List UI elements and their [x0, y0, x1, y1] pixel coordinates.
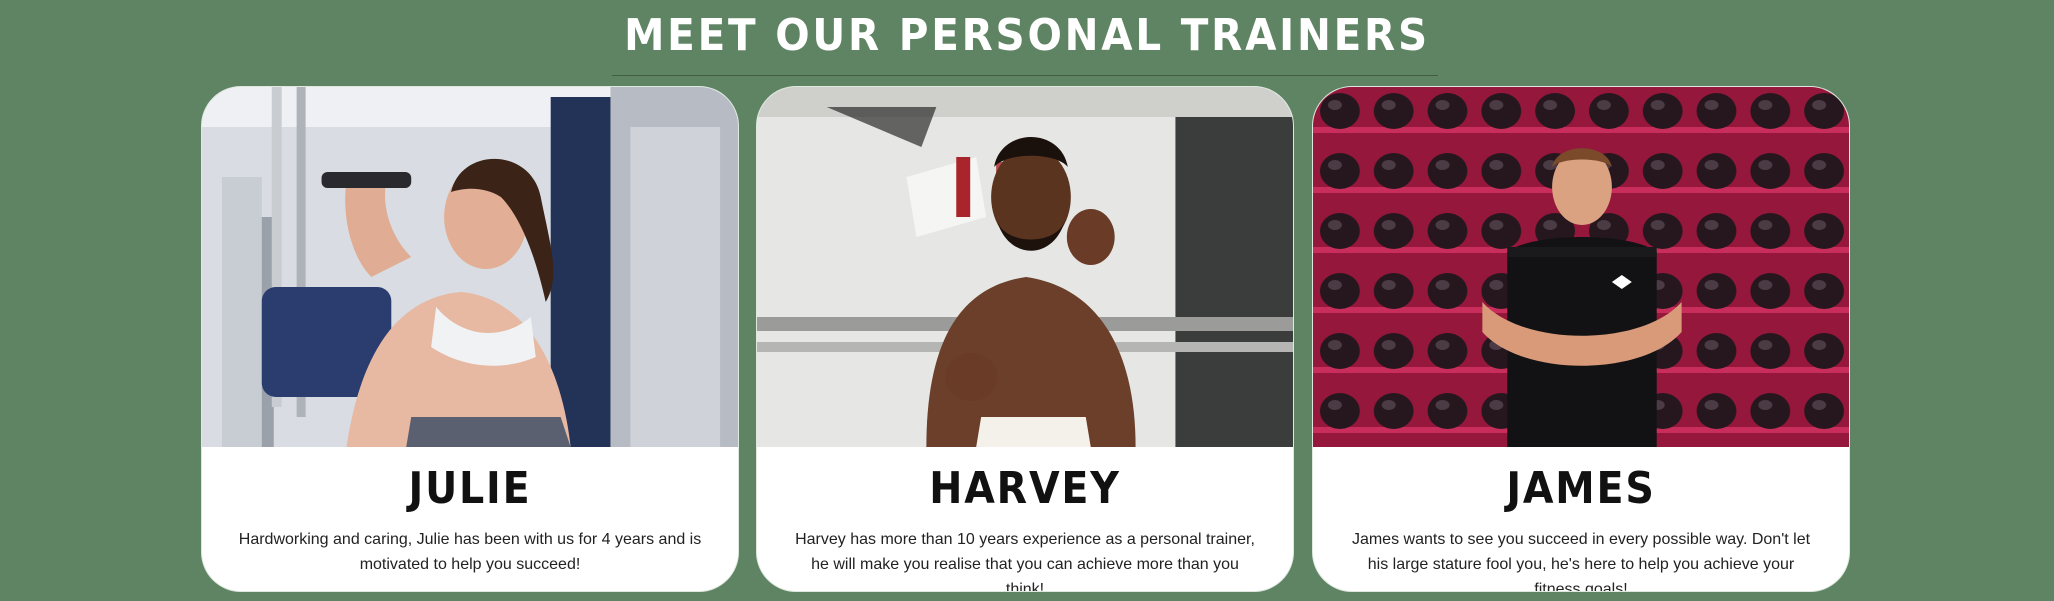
trainer-description: James wants to see you succeed in every … [1351, 531, 1811, 592]
trainer-card-james: JAMES James wants to see you succeed in … [1312, 86, 1850, 592]
title-divider [612, 75, 1438, 76]
trainers-section: MEET OUR PERSONAL TRAINERS JULIE Hardwor… [0, 0, 2054, 601]
trainer-name: HARVEY [929, 463, 1121, 514]
section-title: MEET OUR PERSONAL TRAINERS [624, 10, 1430, 61]
trainer-description: Harvey has more than 10 years experience… [795, 531, 1255, 592]
trainer-card-julie: JULIE Hardworking and caring, Julie has … [201, 86, 739, 592]
trainer-name: JAMES [1506, 463, 1656, 514]
trainer-photo-james [1313, 87, 1849, 447]
trainer-description: Hardworking and caring, Julie has been w… [238, 531, 702, 573]
trainer-card-harvey: HARVEY Harvey has more than 10 years exp… [756, 86, 1294, 592]
trainer-photo-harvey [757, 87, 1293, 447]
trainer-name: JULIE [408, 463, 532, 514]
trainer-photo-julie [202, 87, 738, 447]
